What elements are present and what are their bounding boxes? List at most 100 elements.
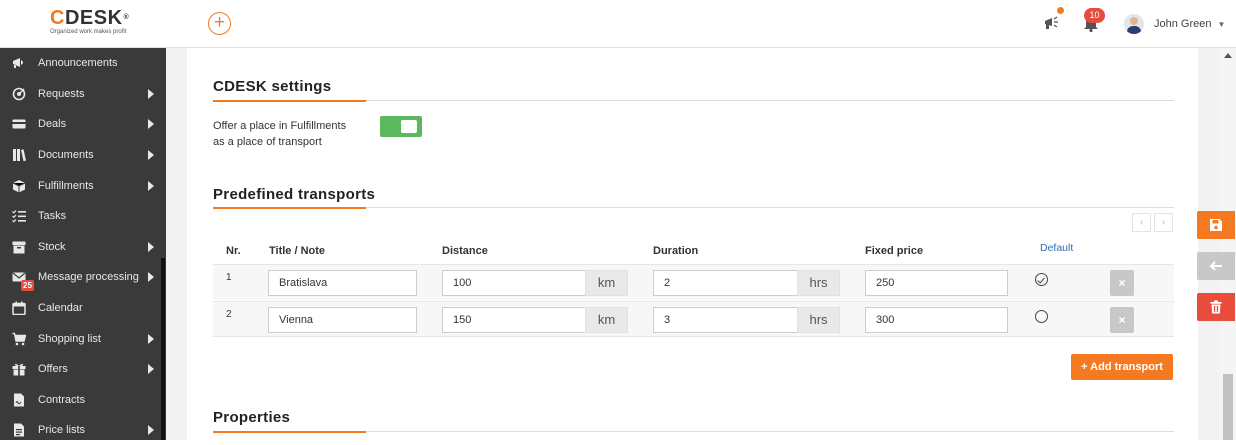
- sidebar-item-calendar[interactable]: Calendar: [0, 293, 166, 323]
- sidebar-item-label: Requests: [38, 88, 85, 100]
- save-button[interactable]: [1197, 211, 1235, 239]
- transports-table-header: Nr. Title / Note Distance Duration Fixed…: [213, 238, 1174, 262]
- pager-next-button[interactable]: ›: [1154, 213, 1173, 232]
- sidebar-item-tasks[interactable]: Tasks: [0, 201, 166, 231]
- requests-icon: [12, 87, 26, 101]
- sidebar-item-label: Message processing: [38, 271, 139, 283]
- sidebar-item-shopping-list[interactable]: Shopping list: [0, 324, 166, 354]
- sidebar-item-fulfillments[interactable]: Fulfillments: [0, 171, 166, 201]
- box-icon: [12, 180, 26, 193]
- distance-unit: km: [585, 307, 628, 333]
- section-title-settings: CDESK settings: [213, 78, 332, 95]
- page-scrollbar[interactable]: [1220, 48, 1236, 440]
- delete-row-button[interactable]: ×: [1110, 270, 1134, 296]
- duration-unit: hrs: [797, 307, 840, 333]
- delete-row-button[interactable]: ×: [1110, 307, 1134, 333]
- table-row: 1 Bratislava 100 km 2 hrs 250 ×: [213, 264, 1174, 300]
- offer-place-toggle[interactable]: [380, 116, 422, 137]
- logo-tagline: Organized work makes profit: [50, 29, 127, 35]
- right-gutter: [1198, 48, 1220, 440]
- chevron-right-icon: [148, 119, 154, 129]
- sidebar-item-announcements[interactable]: Announcements: [0, 48, 166, 78]
- books-icon: [13, 149, 26, 162]
- sidebar-item-label: Fulfillments: [38, 180, 94, 192]
- logo-c: C: [50, 7, 65, 29]
- title-input[interactable]: Vienna: [268, 307, 417, 333]
- chevron-right-icon: [148, 334, 154, 344]
- trash-icon: [1210, 300, 1222, 314]
- scroll-up-arrow[interactable]: [1224, 53, 1232, 58]
- sidebar-item-label: Tasks: [38, 210, 67, 222]
- title-input[interactable]: Bratislava: [268, 270, 417, 296]
- offer-place-label: Offer a place in Fulfillments as a place…: [213, 120, 347, 148]
- sidebar-item-requests[interactable]: Requests: [0, 79, 166, 109]
- price-input[interactable]: 300: [865, 307, 1008, 333]
- checklist-icon: [12, 210, 26, 223]
- section-accent: [213, 430, 366, 433]
- row-number: 1: [226, 272, 232, 283]
- scroll-thumb[interactable]: [1223, 374, 1233, 440]
- toggle-knob: [401, 120, 417, 133]
- pricelist-icon: [14, 423, 24, 437]
- sidebar-item-label: Contracts: [38, 394, 86, 406]
- floppy-icon: [1210, 219, 1222, 231]
- sidebar-item-message-processing[interactable]: 25 Message processing: [0, 262, 166, 292]
- sidebar-item-contracts[interactable]: Contracts: [0, 385, 166, 415]
- user-name: John Green: [1154, 18, 1212, 30]
- sidebar-item-offers[interactable]: Offers: [0, 354, 166, 384]
- section-title-properties: Properties: [213, 409, 291, 426]
- registered-mark: ®: [123, 14, 130, 21]
- section-divider: [213, 99, 1174, 102]
- sidebar-item-label: Offers: [38, 363, 68, 375]
- sidebar-scrollbar[interactable]: [161, 258, 165, 440]
- delete-button[interactable]: [1197, 293, 1235, 321]
- avatar: [1124, 14, 1144, 34]
- pager-prev-button[interactable]: ‹: [1132, 213, 1151, 232]
- chevron-right-icon: [148, 242, 154, 252]
- megaphone-icon[interactable]: [1043, 14, 1061, 32]
- sidebar-item-deals[interactable]: Deals: [0, 109, 166, 139]
- add-transport-button[interactable]: + Add transport: [1071, 354, 1173, 380]
- duration-input[interactable]: 2: [653, 270, 798, 296]
- default-radio[interactable]: [1035, 310, 1048, 323]
- distance-input[interactable]: 150: [442, 307, 586, 333]
- notification-count-badge: 10: [1084, 8, 1105, 23]
- duration-input[interactable]: 3: [653, 307, 798, 333]
- sidebar-item-label: Shopping list: [38, 333, 101, 345]
- row-number: 2: [226, 309, 232, 320]
- section-divider: [213, 206, 1174, 209]
- chevron-right-icon: [148, 364, 154, 374]
- price-input[interactable]: 250: [865, 270, 1008, 296]
- duration-unit: hrs: [797, 270, 840, 296]
- default-radio[interactable]: [1035, 273, 1048, 286]
- section-accent: [213, 99, 366, 102]
- cart-icon: [12, 332, 26, 346]
- logo-text: CDESK®: [50, 8, 129, 28]
- section-accent: [213, 206, 366, 209]
- sidebar-item-stock[interactable]: Stock: [0, 232, 166, 262]
- user-menu[interactable]: John Green ▼: [1124, 14, 1225, 34]
- back-button[interactable]: [1197, 252, 1235, 280]
- chevron-right-icon: [148, 89, 154, 99]
- logo[interactable]: CDESK® Organized work makes profit: [50, 8, 150, 38]
- table-row: 2 Vienna 150 km 3 hrs 300 ×: [213, 301, 1174, 337]
- col-header-default[interactable]: Default: [1040, 242, 1073, 254]
- sidebar-item-label: Deals: [38, 118, 67, 130]
- quick-add-button[interactable]: +: [208, 12, 231, 35]
- message-count-badge: 25: [21, 280, 34, 291]
- distance-input[interactable]: 100: [442, 270, 586, 296]
- sidebar-item-label: Documents: [38, 149, 94, 161]
- sidebar: Announcements Requests Deals Documents F…: [0, 48, 166, 440]
- card-icon: [12, 119, 26, 129]
- chevron-right-icon: [148, 272, 154, 282]
- sidebar-item-documents[interactable]: Documents: [0, 140, 166, 170]
- archive-icon: [12, 241, 26, 254]
- announcement-indicator-dot: [1057, 7, 1064, 14]
- col-header-price: Fixed price: [865, 245, 924, 257]
- sidebar-item-label: Stock: [38, 241, 66, 253]
- gift-icon: [12, 363, 26, 376]
- distance-unit: km: [585, 270, 628, 296]
- arrow-left-icon: [1209, 261, 1222, 271]
- sidebar-item-label: Announcements: [38, 57, 118, 69]
- sidebar-item-price-lists[interactable]: Price lists: [0, 415, 166, 445]
